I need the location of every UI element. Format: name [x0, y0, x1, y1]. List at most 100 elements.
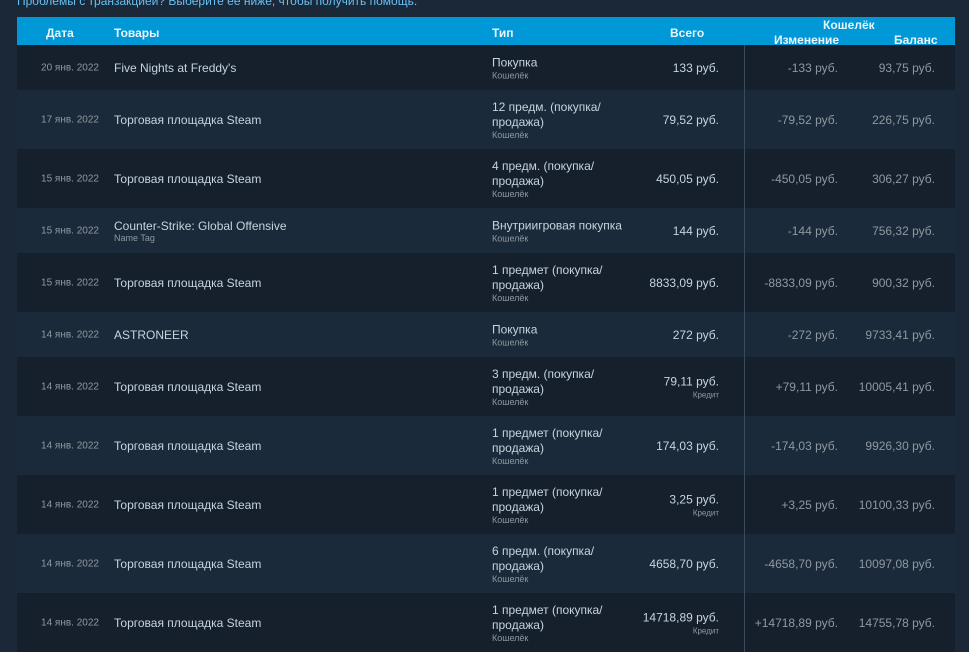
row-payment-method: Кошелёк: [492, 188, 529, 199]
row-type: Покупка Кошелёк: [492, 55, 632, 80]
row-total-value: 79,11 руб.: [663, 374, 719, 388]
row-item: Counter-Strike: Global Offensive Name Ta…: [114, 219, 474, 243]
row-balance: 10005,41 руб.: [858, 379, 935, 394]
row-payment-method: Кошелёк: [492, 292, 529, 303]
row-type-label: 1 предмет (покупка/ продажа): [492, 262, 603, 292]
header-items[interactable]: Товары: [114, 26, 159, 40]
header-wallet: Кошелёк: [823, 18, 875, 32]
row-balance: 756,32 руб.: [872, 223, 935, 238]
table-row[interactable]: 14 янв. 2022 Торговая площадка Steam 1 п…: [17, 475, 955, 534]
row-total-value: 133 руб.: [672, 60, 719, 75]
row-payment-method: Кошелёк: [492, 573, 529, 584]
transaction-help-link[interactable]: Проблемы с транзакцией? Выберите ее ниже…: [17, 0, 417, 8]
row-change: -272 руб.: [787, 327, 838, 342]
row-balance: 226,75 руб.: [872, 112, 935, 127]
row-payment-method: Кошелёк: [492, 632, 529, 643]
row-total-value: 3,25 руб.: [669, 492, 719, 506]
transactions-table: Дата Товары Тип Всего Кошелёк Изменение …: [17, 17, 955, 652]
table-row[interactable]: 15 янв. 2022 Торговая площадка Steam 4 п…: [17, 149, 955, 208]
row-type: 4 предм. (покупка/ продажа) Кошелёк: [492, 159, 632, 199]
table-row[interactable]: 17 янв. 2022 Торговая площадка Steam 12 …: [17, 90, 955, 149]
row-date: 14 янв. 2022: [41, 558, 99, 569]
row-item: Торговая площадка Steam: [114, 380, 474, 394]
row-item: Торговая площадка Steam: [114, 113, 474, 127]
row-item: Five Nights at Freddy's: [114, 61, 474, 75]
row-item: Торговая площадка Steam: [114, 498, 474, 512]
row-payment-method: Кошелёк: [492, 396, 529, 407]
row-date: 14 янв. 2022: [41, 440, 99, 451]
row-total: 272 руб.: [617, 328, 719, 342]
row-balance: 306,27 руб.: [872, 171, 935, 186]
row-change: +3,25 руб.: [781, 497, 838, 512]
row-balance: 93,75 руб.: [878, 60, 935, 75]
row-item-name: ASTRONEER: [114, 327, 189, 342]
row-date: 15 янв. 2022: [41, 173, 99, 184]
row-item-name: Торговая площадка Steam: [114, 438, 262, 453]
row-total: 174,03 руб.: [617, 439, 719, 453]
table-row[interactable]: 14 янв. 2022 Торговая площадка Steam 1 п…: [17, 416, 955, 475]
row-payment-method: Кошелёк: [492, 70, 529, 80]
row-total: 14718,89 руб. Кредит: [617, 610, 719, 635]
row-date: 14 янв. 2022: [41, 499, 99, 510]
table-row[interactable]: 14 янв. 2022 ASTRONEER Покупка Кошелёк 2…: [17, 312, 955, 357]
row-date: 15 янв. 2022: [41, 277, 99, 288]
table-row[interactable]: 15 янв. 2022 Торговая площадка Steam 1 п…: [17, 253, 955, 312]
row-item-name: Торговая площадка Steam: [114, 497, 262, 512]
row-item-name: Торговая площадка Steam: [114, 275, 262, 290]
header-total[interactable]: Всего: [670, 26, 704, 40]
row-type: 6 предм. (покупка/ продажа) Кошелёк: [492, 544, 632, 584]
row-balance: 10097,08 руб.: [858, 556, 935, 571]
wallet-divider: [744, 45, 745, 652]
row-type-label: 1 предмет (покупка/ продажа): [492, 484, 603, 514]
row-total: 3,25 руб. Кредит: [617, 492, 719, 517]
row-item-name: Торговая площадка Steam: [114, 112, 262, 127]
row-change: -133 руб.: [787, 60, 838, 75]
table-row[interactable]: 14 янв. 2022 Торговая площадка Steam 6 п…: [17, 534, 955, 593]
row-total-sub: Кредит: [692, 390, 719, 399]
row-total-value: 4658,70 руб.: [649, 556, 719, 571]
row-type-label: 1 предмет (покупка/ продажа): [492, 425, 603, 455]
row-balance: 14755,78 руб.: [858, 615, 935, 630]
row-type-label: Покупка: [492, 322, 538, 336]
table-row[interactable]: 14 янв. 2022 Торговая площадка Steam 3 п…: [17, 357, 955, 416]
row-payment-method: Кошелёк: [492, 129, 529, 140]
row-total: 144 руб.: [617, 224, 719, 238]
row-date: 14 янв. 2022: [41, 381, 99, 392]
table-row[interactable]: 20 янв. 2022 Five Nights at Freddy's Пок…: [17, 45, 955, 90]
row-total: 4658,70 руб.: [617, 557, 719, 571]
row-item: Торговая площадка Steam: [114, 276, 474, 290]
row-type-label: 1 предмет (покупка/ продажа): [492, 602, 603, 632]
row-type: Внутриигровая покупка Кошелёк: [492, 218, 632, 243]
table-body: 20 янв. 2022 Five Nights at Freddy's Пок…: [17, 45, 955, 652]
row-date: 17 янв. 2022: [41, 114, 99, 125]
row-date: 14 янв. 2022: [41, 617, 99, 628]
row-total: 79,52 руб.: [617, 113, 719, 127]
row-change: -4658,70 руб.: [764, 556, 838, 571]
row-item: Торговая площадка Steam: [114, 439, 474, 453]
row-balance: 9926,30 руб.: [865, 438, 935, 453]
row-type-label: 6 предм. (покупка/ продажа): [492, 543, 595, 573]
header-type[interactable]: Тип: [492, 26, 514, 40]
row-change: -174,03 руб.: [771, 438, 838, 453]
table-row[interactable]: 15 янв. 2022 Counter-Strike: Global Offe…: [17, 208, 955, 253]
row-total-sub: Кредит: [692, 626, 719, 635]
row-type-label: 3 предм. (покупка/ продажа): [492, 366, 595, 396]
row-total: 450,05 руб.: [617, 172, 719, 186]
row-item-sub: Name Tag: [114, 232, 155, 243]
row-item-name: Counter-Strike: Global Offensive: [114, 218, 287, 233]
row-change: +79,11 руб.: [775, 379, 838, 394]
row-total-value: 174,03 руб.: [656, 438, 719, 453]
row-change: -8833,09 руб.: [764, 275, 838, 290]
table-header: Дата Товары Тип Всего Кошелёк Изменение …: [17, 17, 955, 47]
header-date[interactable]: Дата: [46, 26, 74, 40]
row-total: 8833,09 руб.: [617, 276, 719, 290]
table-row[interactable]: 14 янв. 2022 Торговая площадка Steam 1 п…: [17, 593, 955, 652]
row-date: 15 янв. 2022: [41, 225, 99, 236]
row-type-label: Покупка: [492, 55, 538, 69]
row-balance: 9733,41 руб.: [865, 327, 935, 342]
row-item-name: Five Nights at Freddy's: [114, 60, 237, 75]
row-payment-method: Кошелёк: [492, 337, 529, 347]
row-date: 20 янв. 2022: [41, 62, 99, 73]
row-item-name: Торговая площадка Steam: [114, 379, 262, 394]
row-type: 3 предм. (покупка/ продажа) Кошелёк: [492, 367, 632, 407]
